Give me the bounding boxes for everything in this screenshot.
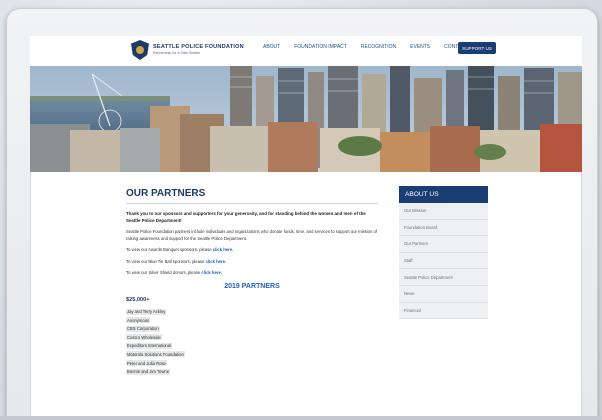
police-badge-icon — [131, 40, 149, 60]
site-logo[interactable]: SEATTLE POLICE FOUNDATION Partnership fo… — [131, 40, 244, 60]
laptop-base — [0, 416, 602, 420]
blue-tie-line: To view our Blue Tie Ball sponsors, plea… — [126, 258, 227, 264]
sidebar-item-seattle-police-department[interactable]: Seattle Police Department — [399, 269, 488, 286]
list-item: Peter and Julia Rose — [126, 360, 167, 367]
page-title: OUR PARTNERS — [126, 188, 206, 199]
list-item: Motorola Solutions Foundation — [126, 351, 185, 358]
list-item: Costco Wholesale — [126, 334, 162, 341]
list-item: CBS Corporation — [126, 325, 160, 332]
sidebar-item-staff[interactable]: Staff — [399, 252, 488, 270]
title-divider — [126, 203, 378, 204]
sidebar-item-news[interactable]: News — [399, 285, 488, 303]
sidebar-item-our-mission[interactable]: Our Mission — [399, 203, 488, 220]
sidebar-item-our-partners[interactable]: Our Partners — [399, 236, 488, 253]
sidebar-heading: ABOUT US — [399, 186, 488, 203]
main-content: OUR PARTNERS Thank you to our sponsors a… — [126, 188, 378, 377]
silver-shield-line: To view our Silver Shield donors, please… — [126, 270, 222, 275]
hero-skyline-image — [30, 66, 582, 172]
tier-heading: $25,000+ — [126, 296, 150, 303]
awards-banquet-link[interactable]: click here. — [213, 247, 234, 252]
blue-tie-link[interactable]: click here. — [206, 259, 227, 264]
site-header: SEATTLE POLICE FOUNDATION Partnership fo… — [30, 36, 582, 67]
nav-item-recognition[interactable]: RECOGNITION — [361, 44, 396, 50]
intro-paragraph: Seattle Police Foundation partners inclu… — [126, 229, 377, 241]
awards-banquet-line: To view our Awards Banquet sponsors, ple… — [126, 247, 234, 252]
list-item: Anonymous — [126, 317, 151, 324]
support-us-button[interactable]: SUPPORT US — [458, 42, 496, 54]
main-nav: ABOUT FOUNDATION IMPACT RECOGNITION EVEN… — [263, 44, 482, 50]
list-item: Bonnie and Jim Towne — [126, 368, 171, 375]
sidebar-item-financial[interactable]: Financial — [399, 302, 488, 320]
lead-paragraph: Thank you to our sponsors and supporters… — [126, 211, 366, 223]
logo-tagline: Partnership for a Safe Seattle — [153, 50, 201, 55]
list-item: Expeditors International — [126, 342, 172, 349]
silver-shield-link[interactable]: click here. — [201, 270, 222, 275]
sidebar-item-foundation-board[interactable]: Foundation Board — [399, 219, 488, 237]
nav-item-foundation-impact[interactable]: FOUNDATION IMPACT — [294, 44, 347, 50]
nav-item-events[interactable]: EVENTS — [410, 44, 430, 50]
list-item: Jay and Terry Ackley — [126, 308, 167, 315]
browser-viewport: SEATTLE POLICE FOUNDATION Partnership fo… — [30, 36, 582, 418]
partners-year-heading: 2019 PARTNERS — [224, 282, 280, 290]
about-sidebar: ABOUT US Our Mission Foundation Board Ou… — [399, 186, 488, 320]
nav-item-about[interactable]: ABOUT — [263, 44, 280, 50]
partner-list: Jay and Terry Ackley Anonymous CBS Corpo… — [126, 308, 378, 375]
logo-title: SEATTLE POLICE FOUNDATION — [153, 43, 244, 50]
